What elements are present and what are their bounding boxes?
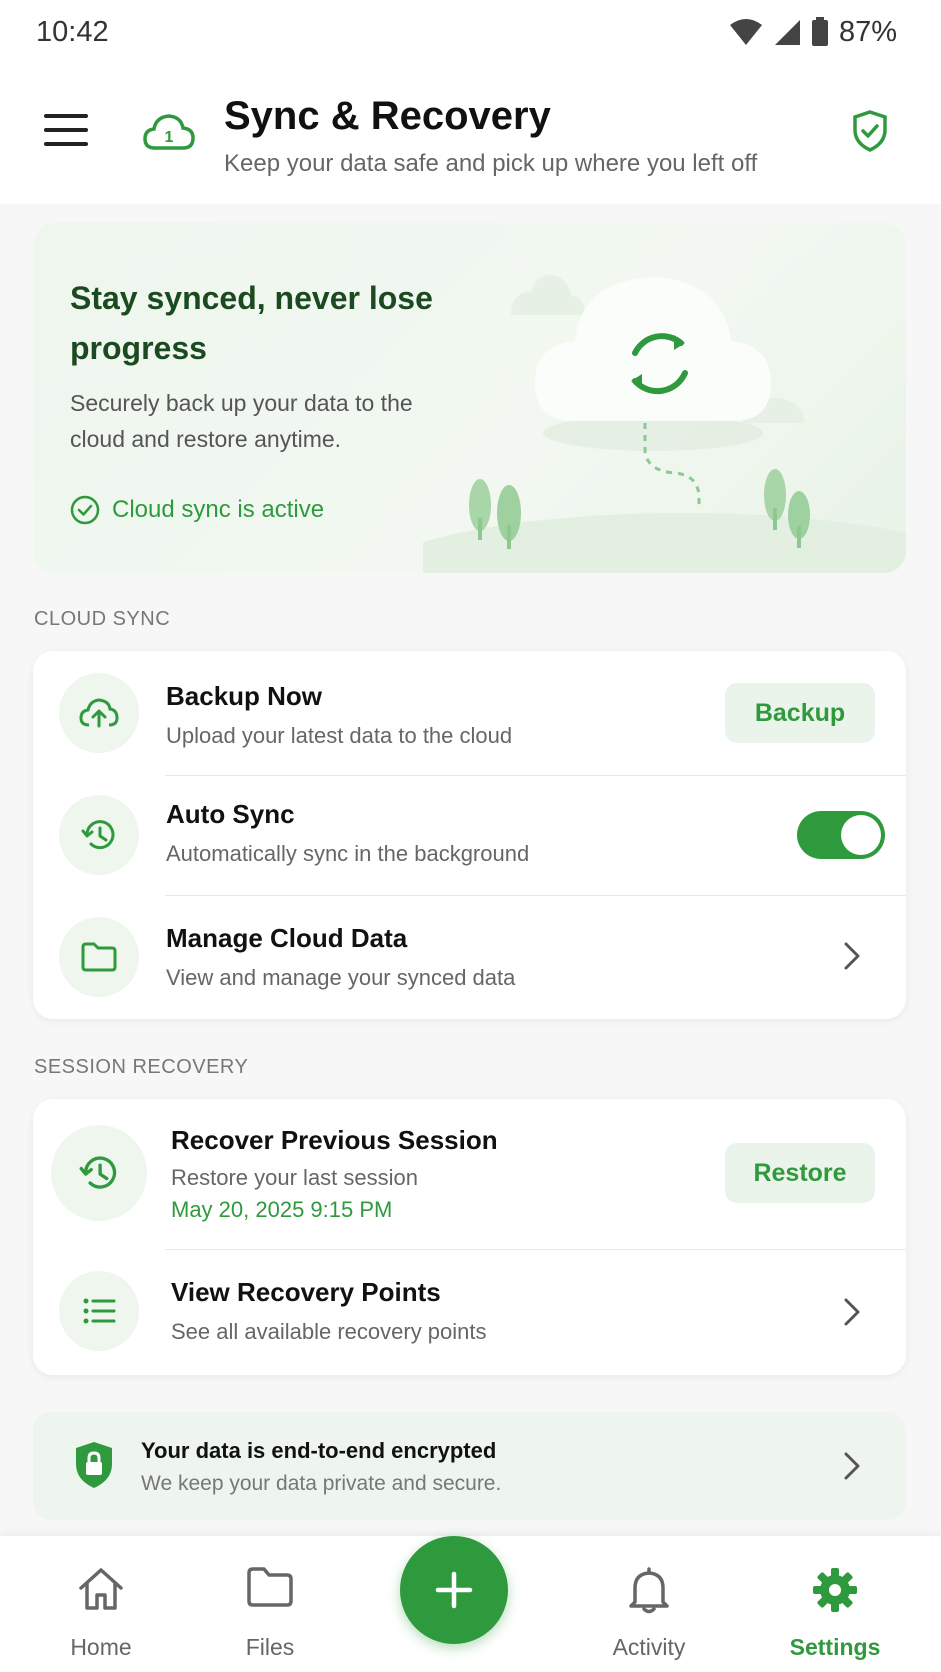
- section-label-session-recovery: SESSION RECOVERY: [34, 1056, 249, 1078]
- cloud-upload-icon-wrap: [59, 673, 139, 753]
- toggle-knob: [841, 815, 881, 855]
- page-title: Sync & Recovery: [224, 94, 551, 138]
- manage-cloud-data-title: Manage Cloud Data: [166, 923, 408, 953]
- chevron-right-icon: [844, 1452, 860, 1480]
- encryption-info-card[interactable]: Your data is end-to-end encrypted We kee…: [33, 1412, 906, 1520]
- hero-banner: Stay synced, never lose progress Securel…: [33, 223, 906, 573]
- chevron-right-icon[interactable]: [843, 941, 861, 971]
- recover-session-row[interactable]: Recover Previous Session Restore your la…: [33, 1099, 906, 1249]
- wifi-icon: [729, 19, 762, 45]
- status-time: 10:42: [36, 15, 109, 48]
- menu-icon-line: [44, 128, 88, 132]
- history-icon: [81, 820, 115, 850]
- chevron-right-icon[interactable]: [843, 1297, 861, 1327]
- bell-icon: [629, 1567, 669, 1614]
- home-icon: [79, 1568, 123, 1610]
- nav-files[interactable]: Files: [195, 1536, 345, 1672]
- cloud-badge-number: 1: [165, 129, 174, 146]
- status-icons: 87%: [729, 16, 897, 49]
- app-bar: 1 Sync & Recovery Keep your data safe an…: [0, 64, 941, 204]
- sync-status-text: Cloud sync is active: [112, 496, 325, 523]
- sync-status: Cloud sync is active: [70, 495, 324, 525]
- section-label-cloud-sync: CLOUD SYNC: [34, 608, 171, 630]
- recover-session-date: May 20, 2025 9:15 PM: [171, 1197, 393, 1222]
- menu-button[interactable]: [44, 114, 88, 150]
- nav-home[interactable]: Home: [26, 1536, 176, 1672]
- auto-sync-row: Auto Sync Automatically sync in the back…: [33, 775, 906, 895]
- manage-cloud-data-subtitle: View and manage your synced data: [166, 965, 516, 990]
- view-recovery-points-title: View Recovery Points: [171, 1277, 441, 1307]
- menu-icon-line: [44, 142, 88, 146]
- list-icon: [83, 1298, 116, 1324]
- cloud-upload-icon: [79, 698, 119, 728]
- encryption-title: Your data is end-to-end encrypted: [141, 1438, 497, 1463]
- backup-now-row[interactable]: Backup Now Upload your latest data to th…: [33, 651, 906, 775]
- lock-shield-icon: [76, 1442, 112, 1488]
- nav-activity-label: Activity: [612, 1634, 686, 1660]
- history-icon: [79, 1156, 117, 1189]
- folder-icon-wrap: [59, 917, 139, 997]
- battery-icon: [811, 17, 828, 46]
- gear-icon: [813, 1568, 857, 1612]
- auto-sync-subtitle: Automatically sync in the background: [166, 841, 530, 866]
- backup-now-title: Backup Now: [166, 681, 323, 711]
- view-recovery-points-subtitle: See all available recovery points: [171, 1319, 487, 1344]
- menu-icon-line: [44, 114, 88, 118]
- nav-files-label: Files: [245, 1634, 295, 1660]
- cellular-icon: [774, 20, 800, 45]
- folder-icon: [81, 942, 117, 972]
- auto-sync-toggle[interactable]: [797, 811, 885, 859]
- manage-cloud-data-row[interactable]: Manage Cloud Data View and manage your s…: [33, 895, 906, 1019]
- cloud-upload-icon: 1: [143, 114, 195, 150]
- page-subtitle: Keep your data safe and pick up where yo…: [224, 150, 758, 177]
- session-recovery-card: Recover Previous Session Restore your la…: [33, 1099, 906, 1375]
- auto-sync-title: Auto Sync: [166, 799, 295, 829]
- status-bar: 10:42 87%: [0, 0, 941, 64]
- list-icon-wrap: [59, 1271, 139, 1351]
- backup-now-subtitle: Upload your latest data to the cloud: [166, 723, 513, 748]
- history-icon-wrap: [51, 1125, 147, 1221]
- battery-percent: 87%: [838, 15, 897, 48]
- cloud-sync-card: Backup Now Upload your latest data to th…: [33, 651, 906, 1019]
- add-fab-button[interactable]: [400, 1536, 508, 1644]
- cloud-sync-illustration: [423, 274, 906, 573]
- view-recovery-points-row[interactable]: View Recovery Points See all available r…: [33, 1249, 906, 1375]
- nav-settings[interactable]: Settings: [760, 1536, 910, 1672]
- restore-button[interactable]: Restore: [725, 1143, 875, 1203]
- shield-check-icon[interactable]: [852, 110, 888, 152]
- nav-activity[interactable]: Activity: [574, 1536, 724, 1672]
- plus-icon: [435, 1571, 473, 1609]
- nav-home-label: Home: [70, 1634, 132, 1660]
- hero-description: Securely back up your data to the cloud …: [70, 390, 413, 452]
- history-icon-wrap: [59, 795, 139, 875]
- backup-button[interactable]: Backup: [725, 683, 875, 743]
- nav-settings-label: Settings: [789, 1634, 881, 1660]
- recover-session-title: Recover Previous Session: [171, 1125, 498, 1155]
- encryption-subtitle: We keep your data private and secure.: [141, 1472, 502, 1495]
- folder-icon: [247, 1567, 293, 1607]
- recover-session-subtitle: Restore your last session: [171, 1165, 418, 1190]
- check-circle-icon: [70, 495, 100, 525]
